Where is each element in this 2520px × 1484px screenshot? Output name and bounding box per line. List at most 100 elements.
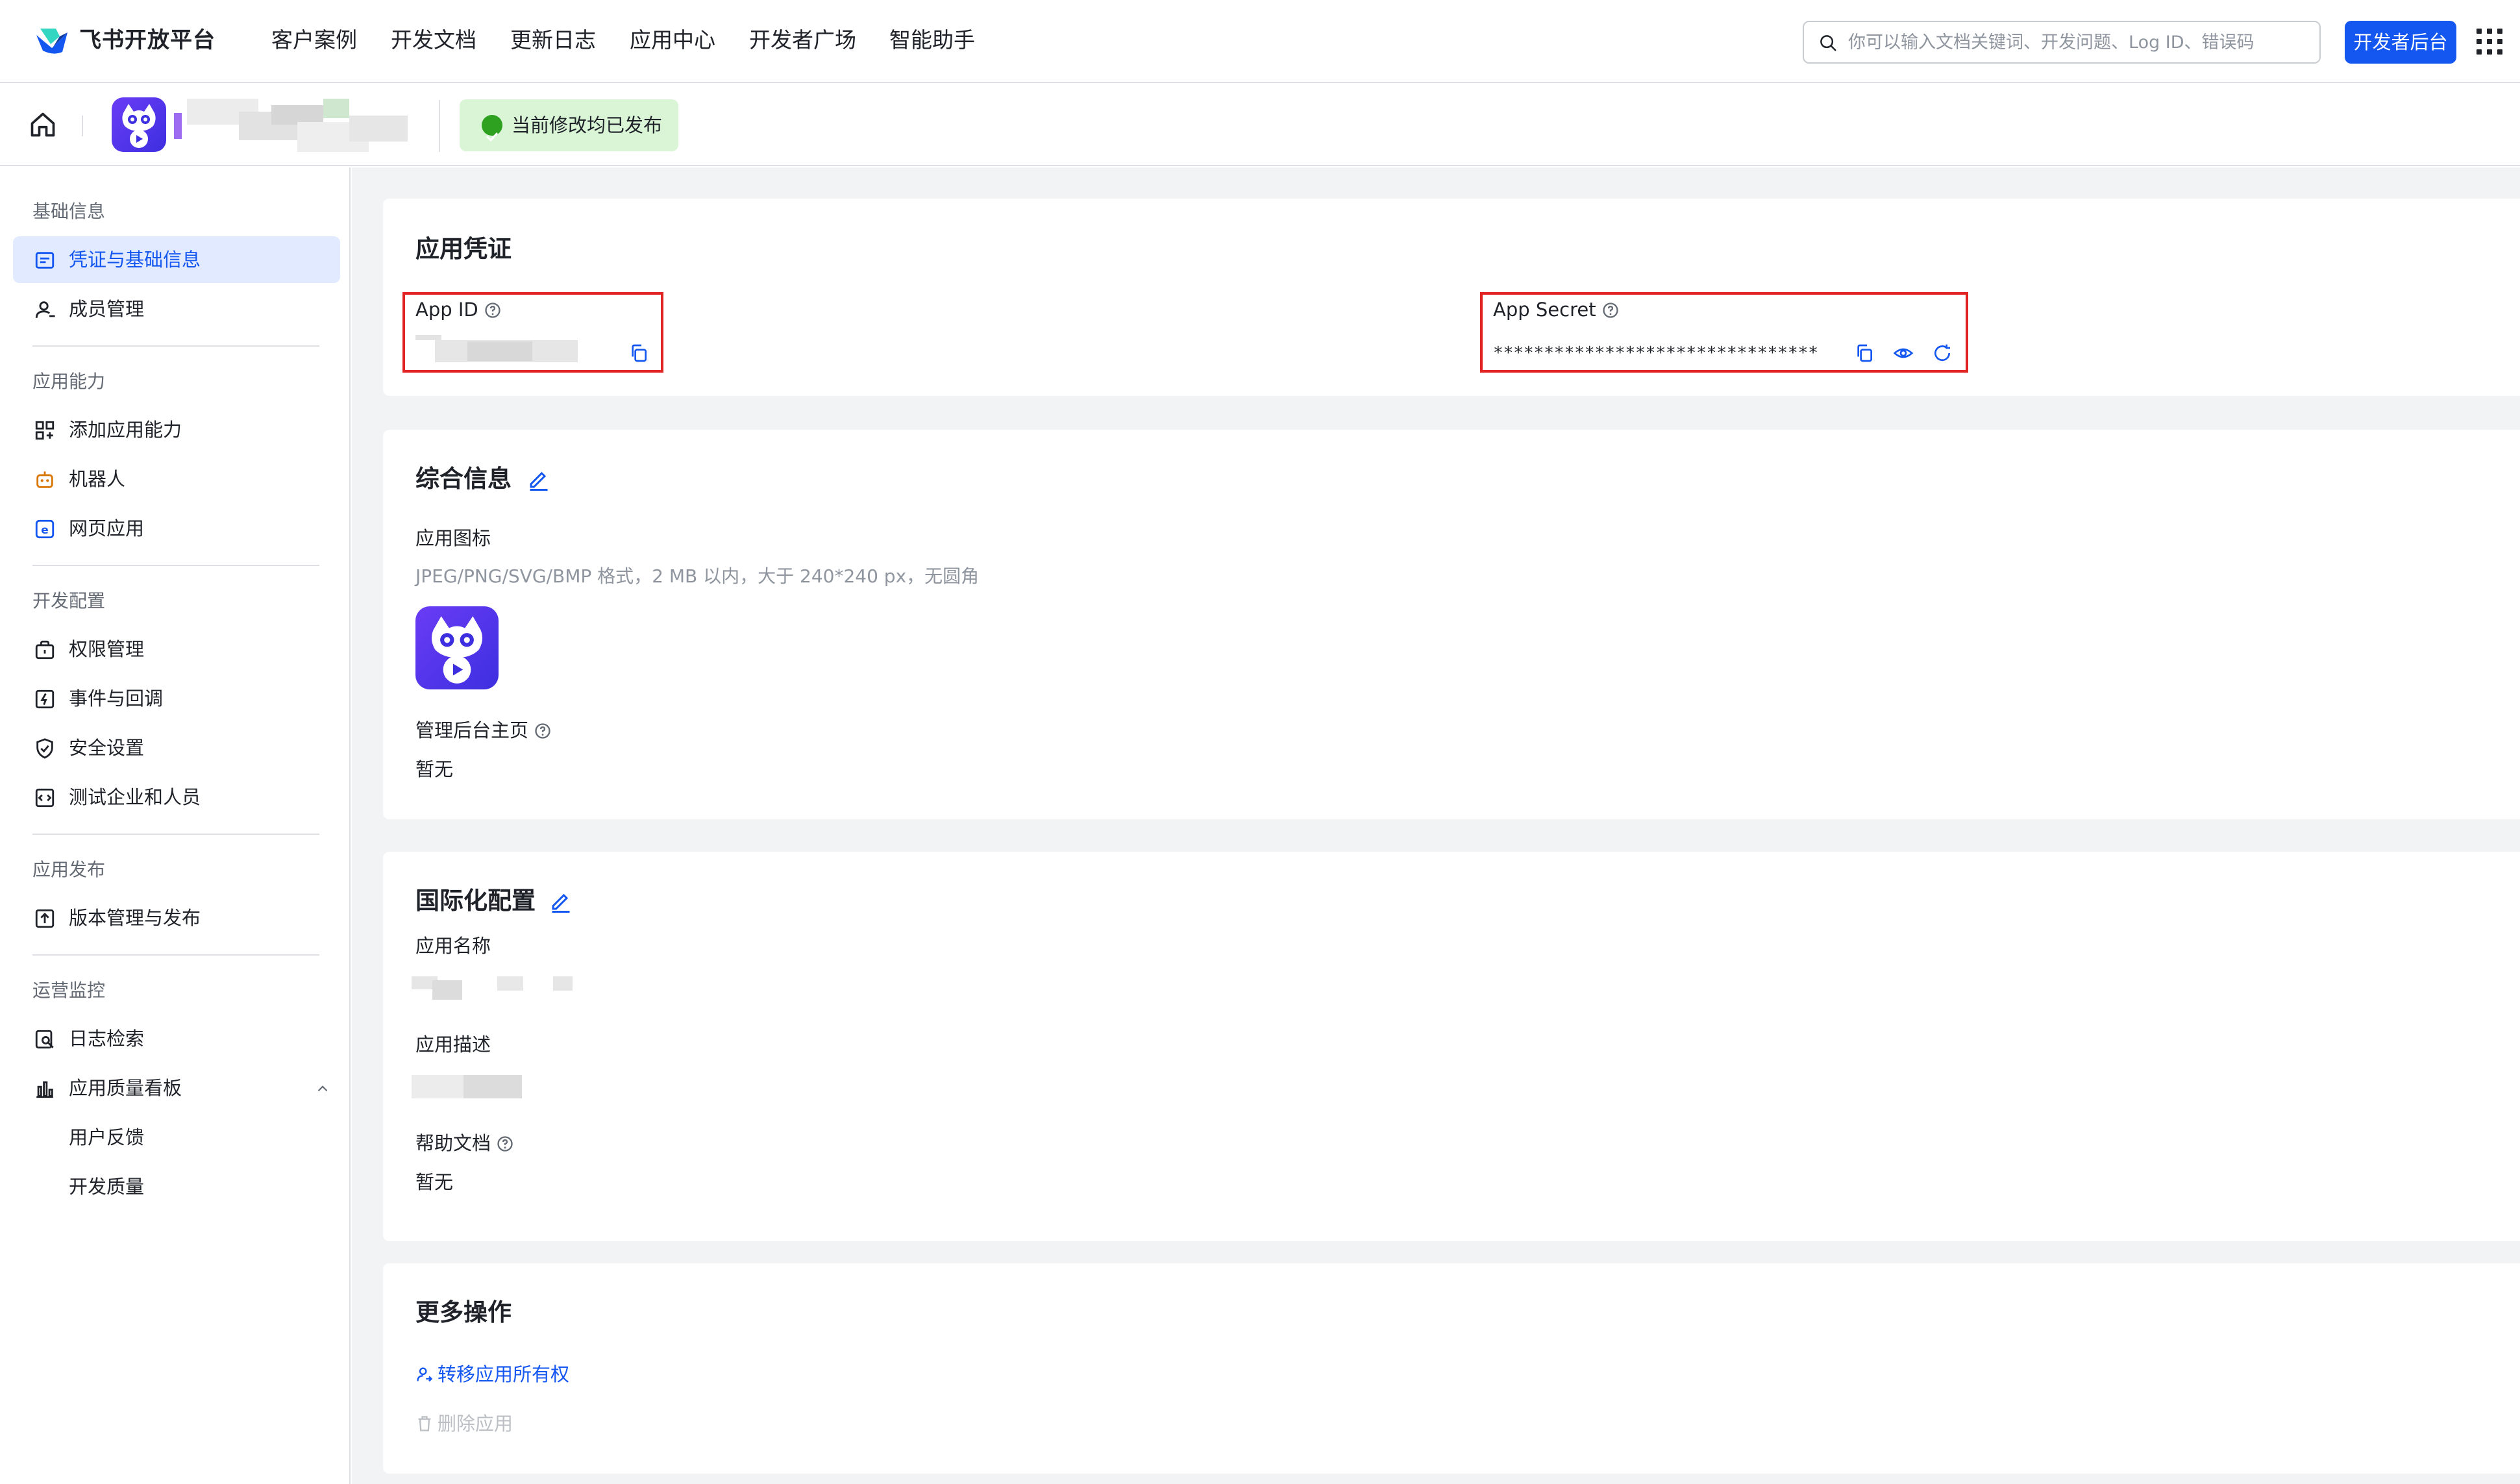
feishu-logo-icon[interactable]: [34, 26, 70, 56]
sidebar-item-label: 版本管理与发布: [69, 907, 201, 929]
section-title: 更多操作: [415, 1298, 512, 1326]
search-box[interactable]: [1803, 21, 2321, 64]
log-search-icon: [35, 1030, 54, 1049]
help-doc-value: 暂无: [415, 1171, 454, 1193]
admin-homepage-label: 管理后台主页: [415, 717, 552, 744]
event-icon: [35, 689, 55, 709]
sidebar-group-title: 基础信息: [32, 201, 106, 222]
sidebar-item-label: 网页应用: [69, 517, 145, 539]
nav-dev-square[interactable]: 开发者广场: [749, 25, 856, 56]
app-icon-label: 应用图标: [415, 527, 491, 549]
sidebar-item-security[interactable]: 安全设置: [13, 724, 340, 771]
app-secret-value: ********************************: [1493, 343, 1818, 363]
sidebar-group-title: 运营监控: [32, 980, 106, 1001]
app-id-redacted: [467, 341, 532, 361]
app-grid-icon[interactable]: [2477, 29, 2502, 55]
help-icon[interactable]: [1601, 301, 1620, 319]
nav-assistant[interactable]: 智能助手: [889, 25, 975, 56]
app-name-redacted: [174, 99, 414, 152]
sidebar-item-credentials[interactable]: 凭证与基础信息: [13, 236, 340, 283]
sidebar-item-label: 事件与回调: [69, 687, 164, 710]
sidebar-divider: [32, 345, 319, 347]
sidebar-group-title: 应用能力: [32, 371, 106, 392]
sidebar-item-web-app[interactable]: e 网页应用: [13, 505, 340, 552]
app-mascot-icon: [122, 104, 156, 148]
transfer-user-icon: [417, 1367, 433, 1382]
transfer-ownership-link[interactable]: 转移应用所有权: [415, 1361, 569, 1388]
status-text: 当前修改均已发布: [512, 114, 663, 136]
release-icon: [35, 909, 55, 928]
sidebar-item-label: 添加应用能力: [69, 419, 182, 441]
sidebar-item-members[interactable]: 成员管理: [13, 286, 340, 332]
test-icon: [35, 788, 55, 808]
sidebar-item-label: 机器人: [69, 468, 126, 490]
section-title: 国际化配置: [415, 887, 536, 915]
refresh-icon[interactable]: [1932, 343, 1953, 364]
trash-icon: [418, 1416, 431, 1431]
sidebar-item-test-tenants[interactable]: 测试企业和人员: [13, 774, 340, 821]
help-icon[interactable]: [496, 1135, 514, 1153]
app-icon-hint: JPEG/PNG/SVG/BMP 格式，2 MB 以内，大于 240*240 p…: [415, 565, 980, 587]
edit-icon[interactable]: [549, 889, 573, 913]
credentials-card: 应用凭证 App ID App Secret *****************…: [383, 199, 2520, 396]
sidebar-divider: [32, 954, 319, 956]
sidebar-item-permissions[interactable]: 权限管理: [13, 626, 340, 673]
sidebar-item-release[interactable]: 版本管理与发布: [13, 895, 340, 941]
sidebar-divider: [32, 834, 319, 835]
sidebar-item-label: 测试企业和人员: [69, 786, 201, 808]
chart-icon: [36, 1081, 53, 1098]
credential-icon: [35, 252, 55, 269]
copy-icon[interactable]: [628, 343, 649, 364]
app-mascot-icon: [431, 616, 483, 684]
app-secret-label: App Secret: [1493, 296, 1620, 323]
sidebar-item-events[interactable]: 事件与回调: [13, 675, 340, 722]
help-doc-label: 帮助文档: [415, 1130, 514, 1157]
section-title: 综合信息: [415, 465, 512, 493]
search-icon: [1820, 35, 1836, 51]
top-navigation: 飞书开放平台 客户案例 开发文档 更新日志 应用中心 开发者广场 智能助手 开发…: [0, 0, 2520, 83]
sidebar-item-quality-board[interactable]: 应用质量看板: [13, 1065, 340, 1111]
app-id-redacted: [415, 335, 441, 340]
sidebar-item-label: 安全设置: [69, 737, 145, 759]
app-name-label: 应用名称: [415, 935, 491, 957]
publish-status-badge: 当前修改均已发布: [460, 99, 678, 151]
developer-console-button[interactable]: 开发者后台: [2345, 21, 2456, 64]
home-icon[interactable]: [29, 110, 57, 139]
nav-changelog[interactable]: 更新日志: [510, 25, 596, 56]
app-icon-preview[interactable]: [415, 606, 499, 689]
sidebar-item-user-feedback[interactable]: 用户反馈: [13, 1114, 340, 1161]
app-desc-label: 应用描述: [415, 1033, 491, 1056]
sidebar-item-log-search[interactable]: 日志检索: [13, 1015, 340, 1062]
help-icon[interactable]: [534, 722, 552, 740]
sidebar-item-robot[interactable]: 机器人: [13, 456, 340, 502]
app-name-redacted: [497, 976, 523, 991]
member-icon: [35, 301, 55, 318]
sidebar-item-label: 日志检索: [69, 1028, 145, 1050]
sidebar-item-dev-quality[interactable]: 开发质量: [13, 1163, 340, 1210]
robot-icon: [36, 471, 53, 488]
copy-icon[interactable]: [1854, 343, 1875, 364]
delete-app-link[interactable]: 删除应用: [415, 1410, 513, 1437]
sidebar-item-label: 应用质量看板: [69, 1077, 182, 1099]
app-avatar[interactable]: [112, 97, 166, 152]
sidebar-item-label: 成员管理: [69, 298, 145, 320]
nav-dev-docs[interactable]: 开发文档: [391, 25, 476, 56]
search-input[interactable]: [1848, 25, 2303, 60]
eye-icon[interactable]: [1893, 343, 1914, 364]
app-name-redacted: [553, 976, 573, 991]
nav-customer-cases[interactable]: 客户案例: [271, 25, 357, 56]
sidebar-item-label: 用户反馈: [69, 1126, 145, 1148]
chevron-up-icon[interactable]: [314, 1080, 331, 1097]
edit-icon[interactable]: [527, 467, 550, 491]
brand-name[interactable]: 飞书开放平台: [79, 25, 216, 56]
app-name-redacted: [432, 980, 462, 1000]
main-content: 应用凭证 App ID App Secret *****************…: [352, 167, 2520, 1484]
sidebar-divider: [32, 565, 319, 566]
nav-app-center[interactable]: 应用中心: [630, 25, 715, 56]
sidebar-item-add-capability[interactable]: 添加应用能力: [13, 406, 340, 453]
shield-icon: [36, 738, 53, 759]
help-icon[interactable]: [484, 301, 502, 319]
i18n-card: 国际化配置 应用名称 应用描述 帮助文档 暂无: [383, 852, 2520, 1241]
add-capability-icon: [35, 421, 55, 440]
general-info-card: 综合信息 应用图标 JPEG/PNG/SVG/BMP 格式，2 MB 以内，大于…: [383, 430, 2520, 819]
